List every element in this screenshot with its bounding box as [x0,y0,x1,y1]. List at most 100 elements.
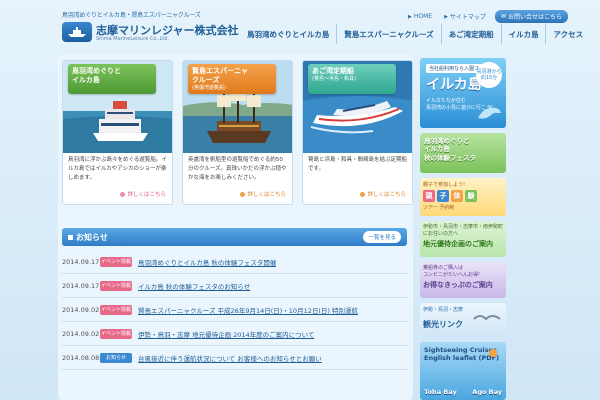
kids-tour-char: 子 [437,190,449,202]
card-text-ago: 賢島と浜島・和具・間崎島を結ぶ定期船です。 [308,157,408,172]
news-row: 2014.09.17 イベント情報 鳥羽湾めぐりとイルカ島 秋の体験フェスタ開催 [62,250,407,274]
festa-line2: イルカ島 [424,145,450,154]
banner-ticket[interactable]: 乗船券のご購入は コンビニがたいへんお得! お得なきっぷのご案内 [420,262,506,298]
sitemap-link[interactable]: ▶ サイトマップ [441,10,489,23]
home-link-label: HOME [413,13,433,20]
news-date: 2014.09.17 [62,281,100,290]
header-tagline: 鳥羽湾めぐりとイルカ島・賢島エスパーニャクルーズ [62,12,201,19]
nav-item-access[interactable]: アクセス [545,24,590,44]
iruka-title: イルカ島 [426,77,482,93]
company-name-en: Shima MarineLeisure Co.,Ltd. [96,36,170,42]
news-tag-event: イベント情報 [100,280,132,291]
news-date: 2014.09.02 [62,305,100,314]
nav-item-espana-cruise[interactable]: 賢島エスパーニャクルーズ [336,24,440,44]
sitemap-link-label: サイトマップ [449,14,486,21]
card-title-espana: 賢島エスパーニャ [192,67,248,75]
news-link[interactable]: イルカ島 秋の体験フェスタのお知らせ [138,281,250,291]
service-card-toba[interactable]: 鳥羽湾めぐりと イルカ島 鳥羽湾に浮かぶ島々をめぐる遊覧船。イルカ島ではイルカや… [62,60,173,205]
news-link[interactable]: 伊勢・鳥羽・志摩 地元優待企画 2014年度のご案内について [138,329,314,339]
news-tag-notice: お知らせ [100,352,132,363]
bullet-icon [240,191,246,197]
local-caption: 伊勢市・鳥羽市・志摩市・南伊勢町 にお住いの方へ [423,224,503,237]
card-title-ago: あご湾定期船 [312,67,354,75]
sun-icon [489,349,497,357]
card-title-toba: 鳥羽湾めぐりと [72,67,121,75]
ticket-caption-line2: コンビニがたいへんお得! [423,271,481,278]
news-row: 2014.09.02 イベント情報 伊勢・鳥羽・志摩 地元優待企画 2014年度… [62,322,407,346]
company-logo[interactable] [62,22,92,42]
kids-tour-characters: 親 子 体 験 [423,190,503,202]
news-header: お知らせ 一覧を見る [62,228,407,246]
square-bullet-icon [68,234,73,240]
leaflet-bays: Toba Bay Ago Bay [424,388,502,396]
leaflet-toba-bay-link[interactable]: Toba Bay [424,388,457,396]
card-text-espana: 英虞湾を帆船型の遊覧船でめぐる約50分のクルーズ。真珠いかだの浮かぶ穏やかな海を… [188,157,287,181]
card-more-label: 詳しくはこちら [127,192,166,198]
ticket-caption: 乗船券のご購入は コンビニがたいへんお得! [423,265,503,278]
news-row: 2014.09.17 イベント情報 イルカ島 秋の体験フェスタのお知らせ [62,274,407,298]
banner-tourism-links[interactable]: 伊勢・鳥羽・志摩 観光リンク [420,303,506,337]
card-more-link-ago[interactable]: 詳しくはこちら [360,190,406,198]
card-subtitle-espana: (英虞湾遊覧船) [192,85,226,92]
dolphin-icon [478,105,501,119]
card-title2-toba: イルカ島 [72,76,100,85]
service-card-ago[interactable]: あご湾定期船 (賢島〜浜島・和具) 賢島と浜島・和具・間崎島を結ぶ定期船です。 … [302,60,413,205]
news-row: 2014.08.08 お知らせ 台風接近に伴う運航状況について お客様へのお知ら… [62,346,407,370]
arrow-right-icon: ▶ [444,13,448,20]
nav-item-iruka-island[interactable]: イルカ島 [500,24,546,44]
ticket-caption-line1: 乗船券のご購入は [423,265,464,271]
seagull-icon [473,315,501,321]
card-more-link-toba[interactable]: 詳しくはこちら [120,190,166,198]
contact-button[interactable]: ✉ お問い合せはこちら [494,10,568,23]
card-text-toba: 鳥羽湾に浮かぶ島々をめぐる遊覧船。イルカ島ではイルカやアシカのショーが楽しめます… [68,157,167,181]
home-link[interactable]: ▶ HOME [405,10,435,23]
banner-autumn-festa[interactable]: 鳥羽湾めぐりと イルカ島 秋の体験フェスタ [420,133,506,173]
iruka-time-badge: 鳥羽港から約15分 [476,62,502,88]
banner-kids-tour[interactable]: 親子で参加しよう! 親 子 体 験 ツアー 予約制 [420,178,506,216]
kids-tour-label: ツアー 予約制 [423,205,455,211]
nav-item-toba-bay[interactable]: 鳥羽湾めぐりとイルカ島 [240,24,336,44]
sidebar-banners: 当社船利用なら入園フリー! イルカ島 イルカたちが住む 鳥羽湾の小島に遊びに行こ… [420,58,506,400]
news-link[interactable]: 台風接近に伴う運航状況について お客様へのお知らせとお願い [138,353,322,363]
news-title-label: お知らせ [76,232,108,242]
service-card-espana[interactable]: 賢島エスパーニャ クルーズ (英虞湾遊覧船) 英虞湾を帆船型の遊覧船でめぐる約5… [182,60,293,205]
news-date: 2014.08.08 [62,353,100,362]
news-link[interactable]: 賢島エスパーニャクルーズ 平成26年9月14日(日)・10月12日(日) 特別運… [138,305,358,315]
card-subtitle-ago: (賢島〜浜島・和具) [312,76,356,83]
banner-local-resident[interactable]: 伊勢市・鳥羽市・志摩市・南伊勢町 にお住いの方へ 地元優待企画のご案内 [420,221,506,257]
card-more-link-espana[interactable]: 詳しくはこちら [240,190,286,198]
news-tag-event: イベント情報 [100,304,132,315]
site-header: 鳥羽湾めぐりとイルカ島・賢島エスパーニャクルーズ 志摩マリンレジャー株式会社 S… [0,0,600,48]
banner-english-leaflet[interactable]: Sightseeing Cruises English leaflet (PDF… [420,342,506,400]
card-photo-toba: 鳥羽湾めぐりと イルカ島 [63,61,172,153]
ticket-title: お得なきっぷのご案内 [423,281,493,289]
kids-tour-char: 親 [423,190,435,202]
bullet-icon [360,191,366,197]
news-link[interactable]: 鳥羽湾めぐりとイルカ島 秋の体験フェスタ開催 [138,257,276,267]
festa-title: 鳥羽湾めぐりと イルカ島 秋の体験フェスタ [424,137,502,162]
festa-line1: 鳥羽湾めぐりと [424,137,470,145]
leaflet-ago-bay-link[interactable]: Ago Bay [472,388,502,396]
top-utility-links: ▶ HOME ▶ サイトマップ ✉ お問い合せはこちら [405,10,568,23]
card-badge-ago: あご湾定期船 (賢島〜浜島・和具) [308,64,396,94]
card-badge-espana: 賢島エスパーニャ クルーズ (英虞湾遊覧船) [188,64,276,94]
card-more-label: 詳しくはこちら [247,192,286,198]
local-caption-line1: 伊勢市・鳥羽市・志摩市・南伊勢町 [423,224,504,230]
contact-button-label: お問い合せはこちら [507,14,562,21]
card-badge-toba: 鳥羽湾めぐりと イルカ島 [68,64,156,94]
banner-iruka-island[interactable]: 当社船利用なら入園フリー! イルカ島 イルカたちが住む 鳥羽湾の小島に遊びに行こ… [420,58,506,128]
mail-icon: ✉ [500,13,506,20]
news-tag-event: イベント情報 [100,328,132,339]
iruka-desc-line1: イルカたちが住む [426,98,466,104]
card-more-label: 詳しくはこちら [367,192,406,198]
kids-tour-char: 験 [465,190,477,202]
local-title: 地元優待企画のご案内 [423,240,493,248]
nav-item-ago-ferry[interactable]: あご湾定期船 [440,24,501,44]
news-date: 2014.09.02 [62,329,100,338]
kids-tour-caption: 親子で参加しよう! [423,182,466,188]
ship-logo-icon [68,27,86,37]
news-view-all-button[interactable]: 一覧を見る [363,231,401,243]
news-list: 2014.09.17 イベント情報 鳥羽湾めぐりとイルカ島 秋の体験フェスタ開催… [62,250,407,370]
service-cards: 鳥羽湾めぐりと イルカ島 鳥羽湾に浮かぶ島々をめぐる遊覧船。イルカ島ではイルカや… [62,60,413,205]
kids-tour-char: 体 [451,190,463,202]
